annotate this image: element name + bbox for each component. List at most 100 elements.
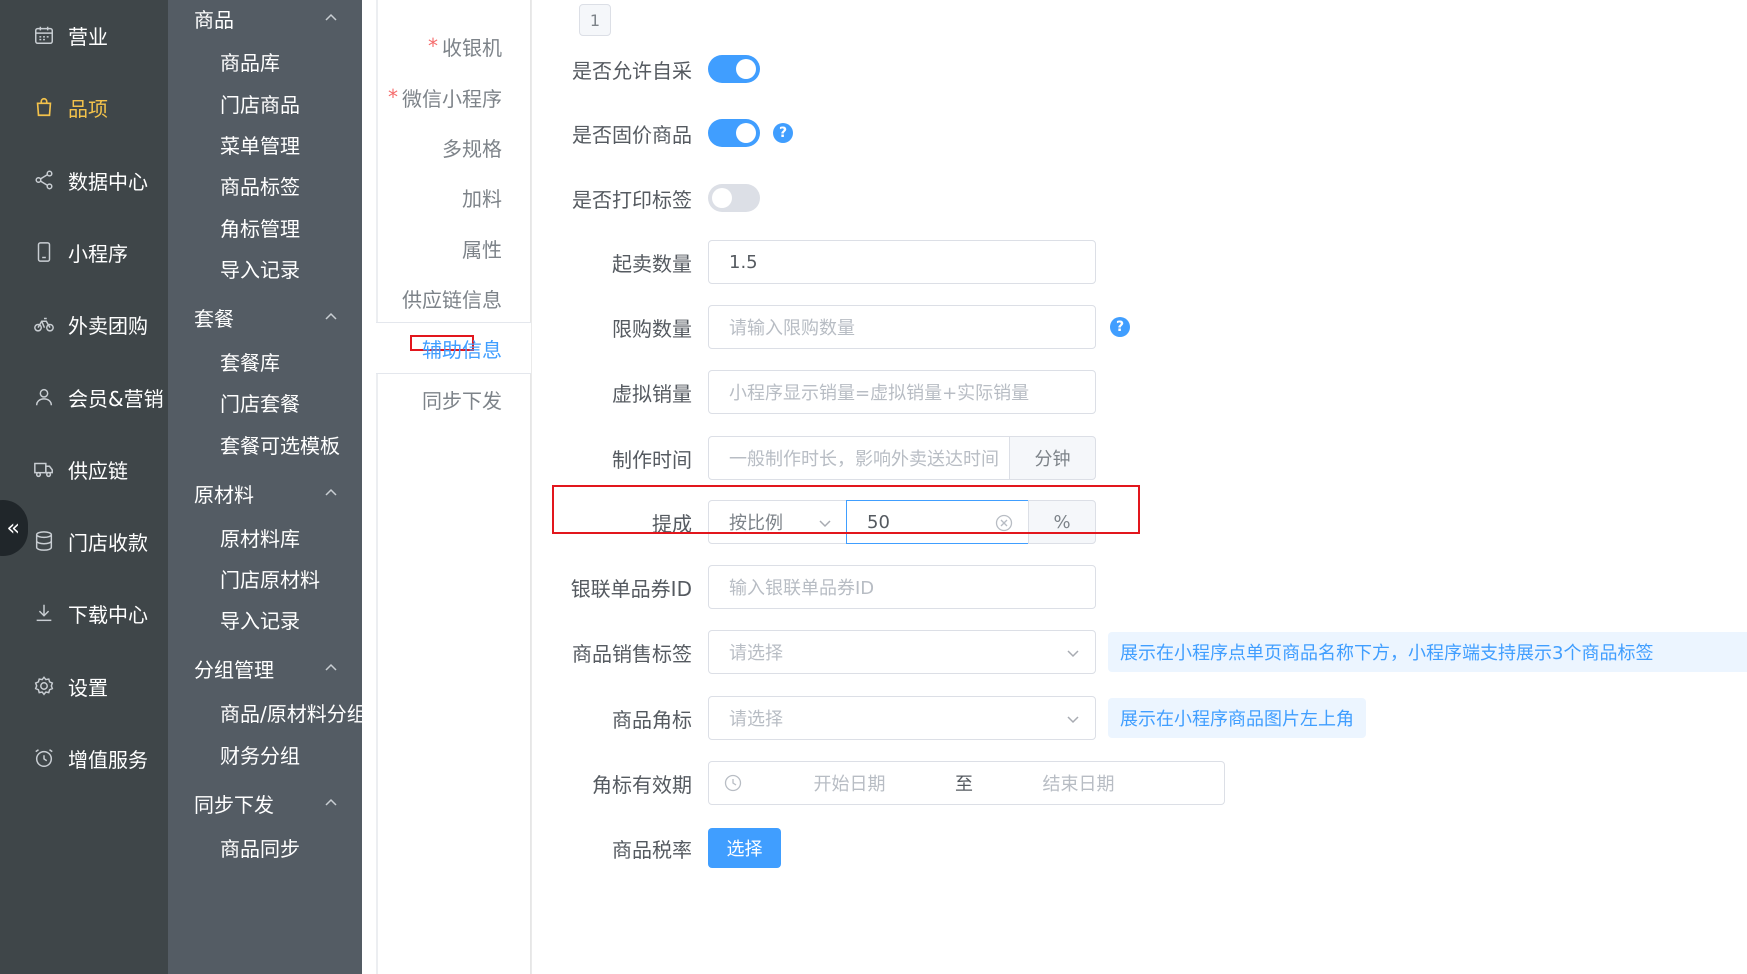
- secondary-sidebar: 商品 商品库 门店商品 菜单管理 商品标签 角标管理 导入记录 套餐 套餐库 门…: [168, 0, 367, 974]
- tab-supply-chain-info[interactable]: 供应链信息: [402, 278, 502, 318]
- nav2-group-materials[interactable]: 原材料: [168, 475, 362, 511]
- required-mark: *: [388, 85, 398, 109]
- nav2-item[interactable]: 导入记录: [220, 250, 300, 286]
- nav2-item[interactable]: 门店原材料: [220, 560, 320, 596]
- sales-tag-select[interactable]: 请选择: [708, 630, 1096, 674]
- chevron-up-icon: [325, 312, 337, 320]
- tax-rate-select-button[interactable]: 选择: [708, 828, 781, 868]
- nav2-item[interactable]: 导入记录: [220, 601, 300, 637]
- virtual-sales-label: 虚拟销量: [612, 381, 692, 406]
- make-time-input[interactable]: 一般制作时长，影响外卖送达时间: [708, 436, 1010, 480]
- phone-icon: [32, 240, 56, 264]
- nav1-label: 门店收款: [68, 530, 148, 555]
- nav1-item-data-center[interactable]: 数据中心: [0, 160, 168, 200]
- nav1-label: 会员&营销: [68, 386, 164, 411]
- nav1-label: 增值服务: [68, 747, 148, 772]
- nav2-group-products[interactable]: 商品: [168, 0, 362, 36]
- nav2-group-label: 商品: [194, 7, 234, 32]
- nav1-label: 外卖团购: [68, 313, 148, 338]
- nav1-item-membership[interactable]: 会员&营销: [0, 377, 168, 417]
- corner-mark-placeholder: 请选择: [729, 709, 783, 730]
- sales-tag-label: 商品销售标签: [572, 641, 692, 666]
- nav1-label: 数据中心: [68, 169, 148, 194]
- tab-sync-distribute[interactable]: 同步下发: [422, 379, 502, 419]
- unionpay-id-label: 银联单品券ID: [570, 576, 692, 601]
- bike-icon: [32, 312, 56, 336]
- double-chevron-left-icon: «: [6, 515, 20, 541]
- nav2-item[interactable]: 商品同步: [220, 829, 300, 865]
- tab-label: 同步下发: [422, 388, 502, 413]
- nav2-item[interactable]: 商品标签: [220, 167, 300, 203]
- nav2-group-label: 原材料: [194, 482, 254, 507]
- tab-label: 微信小程序: [402, 86, 502, 111]
- nav1-item-value-added[interactable]: 增值服务: [0, 738, 168, 778]
- tab-label: 属性: [462, 237, 502, 262]
- tab-auxiliary-info[interactable]: 辅助信息: [422, 328, 502, 368]
- nav1-item-delivery[interactable]: 外卖团购: [0, 304, 168, 344]
- nav2-item[interactable]: 门店套餐: [220, 384, 300, 420]
- nav2-item[interactable]: 商品/原材料分组: [220, 694, 367, 730]
- tab-label: 供应链信息: [402, 287, 502, 312]
- calendar-icon: [32, 23, 56, 47]
- nav1-label: 营业: [68, 24, 108, 49]
- chevron-up-icon: [325, 488, 337, 496]
- switch-knob: [712, 188, 732, 208]
- nav1-label: 品项: [68, 96, 108, 121]
- min-sale-qty-input[interactable]: 1.5: [708, 240, 1096, 284]
- date-range-separator: 至: [955, 774, 973, 795]
- tab-attributes[interactable]: 属性: [462, 228, 502, 268]
- allow-self-purchase-switch[interactable]: [708, 55, 760, 83]
- virtual-sales-input[interactable]: 小程序显示销量=虚拟销量+实际销量: [708, 370, 1096, 414]
- nav2-item[interactable]: 套餐可选模板: [220, 426, 340, 462]
- limit-qty-help-icon[interactable]: ?: [1110, 317, 1130, 337]
- nav2-item[interactable]: 财务分组: [220, 736, 300, 772]
- nav1-item-products[interactable]: 品项: [0, 87, 168, 127]
- tab-multi-spec[interactable]: 多规格: [442, 127, 502, 167]
- chevron-up-icon: [325, 798, 337, 806]
- print-label-switch[interactable]: [708, 184, 760, 212]
- nav2-group-sync[interactable]: 同步下发: [168, 785, 362, 821]
- nav2-group-grouping[interactable]: 分组管理: [168, 650, 362, 686]
- nav1-label: 下载中心: [68, 602, 148, 627]
- nav2-item[interactable]: 商品库: [220, 43, 280, 79]
- fixed-price-switch[interactable]: [708, 119, 760, 147]
- tab-add-ons[interactable]: 加料: [462, 177, 502, 217]
- nav2-group-label: 分组管理: [194, 657, 274, 682]
- nav1-label: 设置: [68, 675, 108, 700]
- tab-cashier[interactable]: * 收银机: [428, 26, 502, 66]
- user-icon: [32, 385, 56, 409]
- start-date-input[interactable]: 开始日期: [757, 770, 942, 796]
- nav2-group-label: 同步下发: [194, 792, 274, 817]
- primary-sidebar: 营业 品项 数据中心 小程序 外卖团购 会员&营销 供应链 门店收款 下载中心 …: [0, 0, 168, 974]
- make-time-unit: 分钟: [1009, 436, 1096, 480]
- nav1-item-supply-chain[interactable]: 供应链: [0, 449, 168, 489]
- print-label-label: 是否打印标签: [572, 187, 692, 212]
- corner-validity-date-range[interactable]: 开始日期 至 结束日期: [708, 761, 1225, 805]
- download-icon: [32, 601, 56, 625]
- nav2-item[interactable]: 门店商品: [220, 85, 300, 121]
- chevron-down-icon: [1067, 716, 1079, 724]
- fixed-price-help-icon[interactable]: ?: [773, 123, 793, 143]
- min-sale-qty-label: 起卖数量: [612, 251, 692, 276]
- nav2-item[interactable]: 菜单管理: [220, 126, 300, 162]
- corner-mark-select[interactable]: 请选择: [708, 696, 1096, 740]
- nav1-item-mini-program[interactable]: 小程序: [0, 232, 168, 272]
- end-date-input[interactable]: 结束日期: [986, 770, 1171, 796]
- tabs-gutter: [376, 0, 378, 974]
- nav2-group-combos[interactable]: 套餐: [168, 299, 362, 335]
- nav2-item[interactable]: 套餐库: [220, 343, 280, 379]
- app-root: 营业 品项 数据中心 小程序 外卖团购 会员&营销 供应链 门店收款 下载中心 …: [0, 0, 1747, 974]
- required-mark: *: [428, 34, 438, 58]
- unionpay-id-input[interactable]: 输入银联单品券ID: [708, 565, 1096, 609]
- nav1-item-settings[interactable]: 设置: [0, 666, 168, 706]
- tab-wechat-mini-program[interactable]: * 微信小程序: [388, 77, 502, 117]
- nav1-item-download-center[interactable]: 下载中心: [0, 593, 168, 633]
- nav1-item-business[interactable]: 营业: [0, 15, 168, 55]
- limit-qty-input[interactable]: 请输入限购数量: [708, 305, 1096, 349]
- switch-knob: [736, 59, 756, 79]
- nav1-label: 小程序: [68, 241, 128, 266]
- sales-tag-tip: 展示在小程序点单页商品名称下方，小程序端支持展示3个商品标签: [1108, 632, 1747, 672]
- nav2-item[interactable]: 角标管理: [220, 209, 300, 245]
- nav2-item[interactable]: 原材料库: [220, 519, 300, 555]
- allow-self-purchase-label: 是否允许自采: [572, 58, 692, 83]
